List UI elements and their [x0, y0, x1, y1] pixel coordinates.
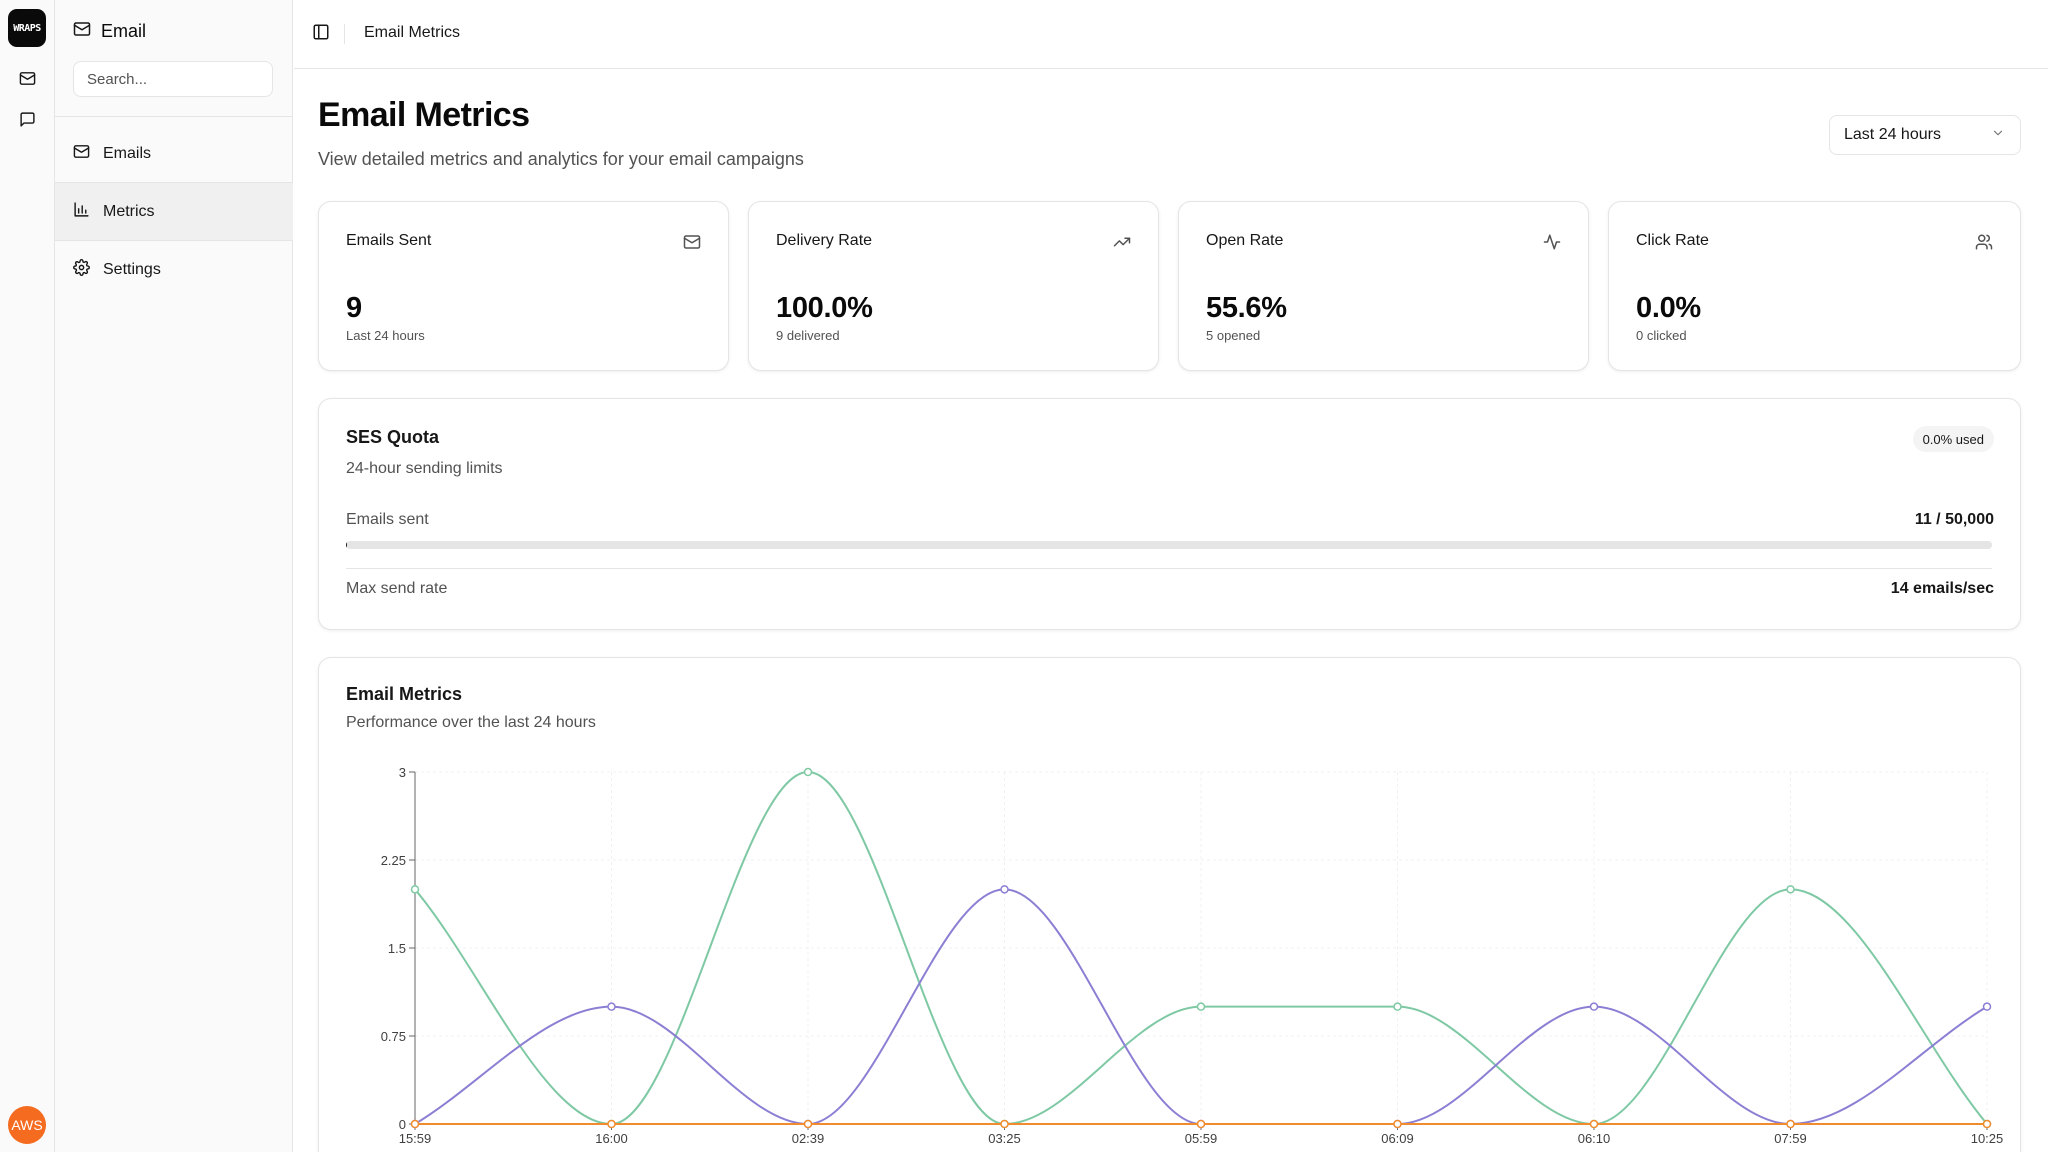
y-tick-label: 0.75	[381, 1029, 406, 1044]
emails-sent-value: 11 / 50,000	[1914, 511, 1994, 528]
stat-card-emails-sent: Emails Sent 9 Last 24 hours	[318, 201, 729, 371]
data-point	[1786, 885, 1795, 894]
gear-icon	[73, 258, 90, 281]
activity-icon	[1542, 232, 1562, 252]
data-point	[1982, 1119, 1992, 1129]
stat-card-click-rate: Click Rate 0.0% 0 clicked	[1608, 201, 2021, 371]
stat-foot: 0 clicked	[1636, 328, 1687, 343]
stat-foot: 5 opened	[1206, 328, 1261, 343]
data-point	[1000, 885, 1009, 894]
sidebar: Email Emails Metrics Settings	[55, 0, 293, 1152]
data-point	[1589, 1002, 1599, 1011]
emails-sent-label: Emails sent	[346, 511, 429, 528]
breadcrumb: Email Metrics	[364, 24, 461, 41]
data-point	[1393, 1119, 1402, 1129]
trending-up-icon	[1112, 232, 1132, 252]
sidebar-header: Email	[73, 20, 146, 43]
ses-quota-card: SES Quota 24-hour sending limits 0.0% us…	[318, 398, 2021, 630]
max-send-rate-value: 14 emails/sec	[1890, 580, 1994, 597]
x-tick-label: 02:39	[792, 1131, 825, 1146]
top-bar: Email Metrics	[294, 0, 2048, 69]
search-input[interactable]	[73, 61, 273, 97]
mail-icon	[73, 20, 91, 43]
y-tick-label: 0	[399, 1117, 406, 1132]
x-tick-label: 06:09	[1381, 1131, 1414, 1146]
stat-value: 55.6%	[1206, 292, 1287, 324]
quota-divider	[346, 568, 1992, 569]
max-send-rate-label: Max send rate	[346, 580, 448, 597]
quota-progress-bar	[346, 541, 1992, 549]
x-tick-label: 10:25	[1971, 1131, 2004, 1146]
stat-title: Emails Sent	[346, 232, 432, 249]
x-tick-label: 15:59	[399, 1131, 432, 1146]
x-tick-label: 16:00	[595, 1131, 628, 1146]
mail-icon	[682, 232, 702, 252]
stat-title: Open Rate	[1206, 232, 1284, 249]
sidebar-item-label: Emails	[103, 144, 152, 162]
sidebar-item-label: Settings	[103, 260, 161, 278]
data-point	[1982, 1002, 1992, 1011]
page-title: Email Metrics	[318, 96, 530, 134]
messages-rail-button[interactable]	[14, 109, 40, 135]
message-square-icon	[19, 111, 36, 133]
header-separator	[344, 24, 345, 44]
sidebar-item-metrics[interactable]: Metrics	[55, 183, 293, 240]
data-point	[607, 1119, 616, 1129]
bar-chart-icon	[73, 201, 90, 223]
aws-account-badge[interactable]: AWS	[8, 1106, 46, 1144]
sidebar-item-label: Metrics	[103, 202, 155, 220]
wraps-logo: WRAPS	[8, 9, 46, 47]
stat-foot: 9 delivered	[776, 328, 840, 343]
data-point	[1589, 1119, 1599, 1129]
mail-icon	[19, 70, 36, 92]
data-point	[1196, 1002, 1206, 1011]
sidebar-divider	[55, 116, 293, 117]
data-point	[410, 885, 420, 894]
panel-left-icon	[312, 23, 330, 46]
x-tick-label: 05:59	[1185, 1131, 1218, 1146]
sidebar-toggle-button[interactable]	[309, 22, 333, 46]
time-range-select[interactable]: Last 24 hours	[1829, 115, 2021, 155]
icon-rail: WRAPS AWS	[0, 0, 55, 1152]
data-point	[1786, 1119, 1795, 1129]
stat-title: Delivery Rate	[776, 232, 873, 249]
chevron-down-icon	[1991, 126, 2005, 145]
quota-subtitle: 24-hour sending limits	[346, 460, 503, 477]
x-tick-label: 07:59	[1774, 1131, 1807, 1146]
users-icon	[1974, 232, 1994, 252]
time-range-value: Last 24 hours	[1844, 126, 1941, 143]
stat-card-delivery-rate: Delivery Rate 100.0% 9 delivered	[748, 201, 1159, 371]
data-point	[1393, 1002, 1402, 1011]
quota-used-badge: 0.0% used	[1912, 426, 1994, 452]
y-tick-label: 3	[399, 765, 406, 780]
stat-value: 9	[346, 292, 362, 324]
data-point	[1196, 1119, 1206, 1129]
page-subtitle: View detailed metrics and analytics for …	[318, 149, 804, 169]
quota-title: SES Quota	[346, 427, 440, 447]
stat-value: 0.0%	[1636, 292, 1701, 324]
email-metrics-chart-card: Email Metrics Performance over the last …	[318, 657, 2021, 1152]
mail-icon	[73, 143, 90, 165]
data-point	[1000, 1119, 1009, 1129]
data-point	[803, 767, 813, 777]
stat-card-open-rate: Open Rate 55.6% 5 opened	[1178, 201, 1589, 371]
data-point	[607, 1002, 616, 1011]
x-tick-label: 06:10	[1578, 1131, 1611, 1146]
data-point	[410, 1119, 420, 1129]
y-tick-label: 2.25	[381, 853, 406, 868]
stat-title: Click Rate	[1636, 232, 1709, 249]
stat-foot: Last 24 hours	[346, 328, 425, 343]
stat-value: 100.0%	[776, 292, 873, 324]
line-chart: 0 0.75 1.5 2.25 3 15:59 16:00 02:39 03:25 05:59 06…	[381, 765, 2004, 1146]
sidebar-item-settings[interactable]: Settings	[55, 241, 293, 298]
sidebar-title: Email	[101, 21, 147, 41]
x-tick-label: 03:25	[988, 1131, 1021, 1146]
mail-rail-button[interactable]	[14, 68, 40, 94]
data-point	[803, 1119, 813, 1129]
y-tick-label: 1.5	[388, 941, 406, 956]
sidebar-item-emails[interactable]: Emails	[55, 125, 293, 182]
